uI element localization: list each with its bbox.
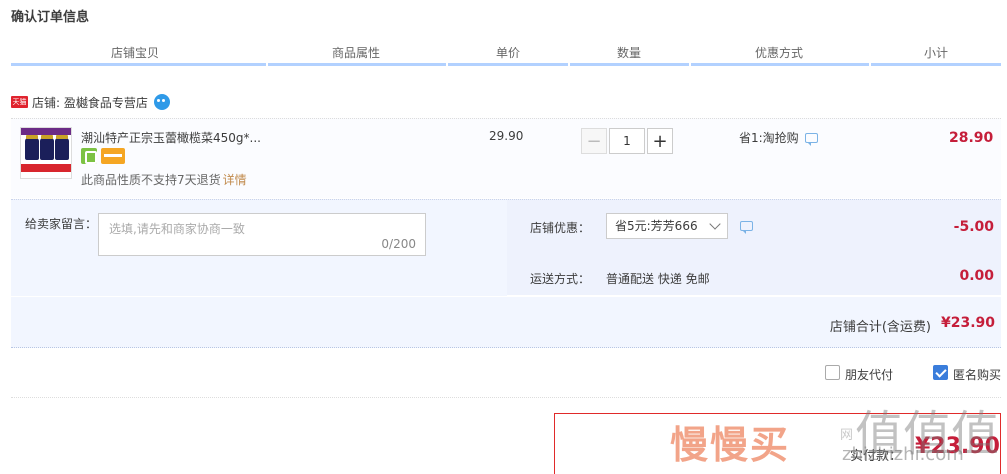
shop-info: 天猫 店铺: 盈樾食品专营店: [11, 94, 170, 110]
header-underline: [11, 63, 1001, 66]
watermark-brand: 慢慢买: [670, 423, 791, 467]
shop-total-amount: ¥23.90: [940, 315, 995, 331]
tmall-badge-icon: 天猫: [11, 96, 28, 108]
promo-text: 省1:淘抢购: [739, 131, 799, 145]
memo-label: 给卖家留言：: [25, 217, 98, 231]
chevron-down-icon: [709, 218, 721, 230]
order-item-row: 潮汕特产正宗玉蕾橄榄菜450g*... 此商品性质不支持7天退货 详情 29.90…: [11, 118, 1001, 198]
header-divider: [266, 62, 268, 66]
shop-discount-value: 省5元:芳芳666: [615, 219, 698, 233]
service-icon[interactable]: [81, 148, 97, 164]
memo-placeholder: 选填,请先和商家协商一致: [109, 222, 245, 236]
memo-panel: 给卖家留言： 选填,请先和商家协商一致 0/200: [11, 200, 507, 296]
chat-icon[interactable]: [740, 221, 753, 234]
return-detail-link[interactable]: 详情: [223, 173, 247, 187]
seller-memo-textarea[interactable]: 选填,请先和商家协商一致 0/200: [98, 213, 426, 256]
product-title-link[interactable]: 潮汕特产正宗玉蕾橄榄菜450g*...: [81, 129, 261, 146]
header-divider: [568, 62, 570, 66]
quantity-stepper: − 1 +: [581, 128, 673, 154]
column-header-attributes: 商品属性: [332, 46, 381, 60]
shipping-label: 运送方式：: [530, 272, 591, 286]
shop-discount-label: 店铺优惠：: [530, 221, 591, 235]
shop-total-row: 店铺合计(含运费) ¥23.90: [11, 296, 1001, 348]
shipping-method: 普通配送 快递 免邮: [606, 272, 710, 286]
header-divider: [869, 62, 871, 66]
item-subtotal: 28.90: [949, 130, 994, 146]
quantity-decrement-button[interactable]: −: [581, 128, 607, 154]
card-icon[interactable]: [101, 148, 125, 164]
watermark-url: zhizhizhi.com: [842, 444, 964, 465]
anonymous-purchase-label[interactable]: 匿名购买: [953, 366, 1001, 383]
shop-discount-amount: -5.00: [953, 219, 994, 235]
promo-method: 省1:淘抢购: [739, 129, 818, 146]
column-header-item: 店铺宝贝: [111, 46, 160, 60]
watermark-sub: 网: [840, 428, 854, 443]
memo-char-count: 0/200: [381, 237, 416, 251]
anonymous-purchase-checkbox[interactable]: [933, 365, 948, 380]
quantity-input[interactable]: 1: [609, 128, 645, 154]
return-policy-text: 此商品性质不支持7天退货: [81, 173, 221, 187]
shipping-amount: 0.00: [959, 268, 994, 284]
discount-shipping-panel: 店铺优惠： 省5元:芳芳666 -5.00 运送方式： 普通配送 快递 免邮 0…: [507, 200, 1001, 296]
page-title: 确认订单信息: [11, 10, 90, 25]
divider: [11, 397, 1001, 398]
memo-discount-section: 给卖家留言： 选填,请先和商家协商一致 0/200 店铺优惠： 省5元:芳芳66…: [11, 199, 1001, 296]
header-divider: [446, 62, 448, 66]
shop-name[interactable]: 店铺: 盈樾食品专营店: [32, 94, 148, 111]
shop-discount-select[interactable]: 省5元:芳芳666: [606, 213, 728, 239]
column-header-quantity: 数量: [617, 46, 642, 60]
chat-icon[interactable]: [804, 132, 818, 146]
unit-price: 29.90: [489, 129, 524, 143]
header-divider: [689, 62, 691, 66]
wangwang-icon[interactable]: [153, 94, 170, 110]
column-header-unit-price: 单价: [496, 46, 521, 60]
product-thumbnail[interactable]: [20, 127, 72, 179]
shop-total-label: 店铺合计(含运费): [829, 320, 931, 335]
column-header-subtotal: 小计: [924, 46, 949, 60]
return-policy-note: 此商品性质不支持7天退货 详情: [81, 171, 247, 188]
friend-pay-label[interactable]: 朋友代付: [845, 366, 893, 383]
service-icons: [81, 148, 125, 164]
friend-pay-checkbox[interactable]: [825, 365, 840, 380]
quantity-increment-button[interactable]: +: [647, 128, 673, 154]
column-header-promo: 优惠方式: [755, 46, 804, 60]
payment-options: 朋友代付 匿名购买: [0, 362, 1007, 386]
